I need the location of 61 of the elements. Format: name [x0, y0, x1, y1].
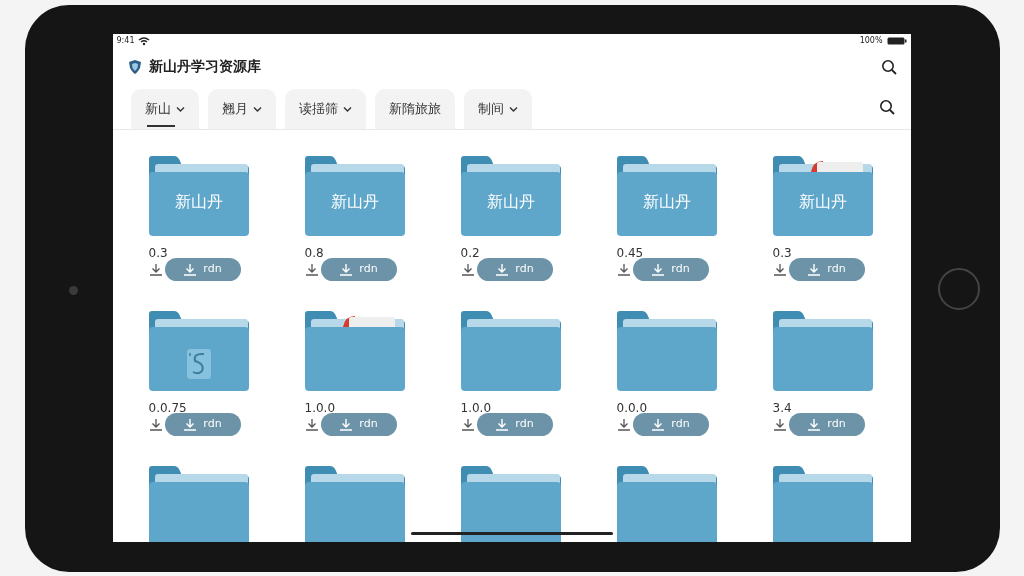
folder-icon[interactable]: [460, 465, 561, 542]
version-text: 3.4: [772, 400, 793, 415]
version-text: 0.2: [460, 245, 481, 260]
download-button[interactable]: rdn: [320, 257, 397, 281]
home-button[interactable]: [938, 268, 980, 310]
download-icon[interactable]: [772, 417, 787, 431]
category-tab[interactable]: 新山: [130, 89, 199, 129]
download-icon: [651, 417, 666, 431]
download-button[interactable]: rdn: [164, 257, 241, 281]
download-icon: [807, 262, 822, 276]
download-button[interactable]: rdn: [632, 412, 709, 436]
download-icon[interactable]: [460, 417, 475, 431]
app-title: 新山丹学习资源库: [148, 57, 261, 76]
download-icon[interactable]: [772, 262, 787, 276]
download-button[interactable]: rdn: [476, 412, 553, 436]
shield-logo-icon: [126, 58, 143, 75]
download-icon[interactable]: [616, 417, 631, 431]
download-icon: [495, 417, 510, 431]
download-icon[interactable]: [148, 417, 163, 431]
download-icon: [495, 262, 510, 276]
status-time: 9:41: [116, 34, 135, 47]
download-icon: [807, 417, 822, 431]
download-icon: [651, 262, 666, 276]
folder-label: 新山丹: [797, 191, 848, 212]
version-text: 1.0.0: [304, 400, 337, 415]
search-icon[interactable]: [880, 58, 897, 75]
download-icon[interactable]: [148, 262, 163, 276]
folder-label: 新山丹: [641, 191, 692, 212]
download-icon[interactable]: [460, 262, 475, 276]
download-icon[interactable]: [304, 262, 319, 276]
version-text: 0.0.75: [148, 400, 188, 415]
category-tab[interactable]: 新隋旅旅: [374, 89, 455, 129]
download-icon: [183, 417, 198, 431]
folder-label: 新山丹: [329, 191, 380, 212]
category-tab[interactable]: 翘月: [207, 89, 276, 129]
search-icon[interactable]: [878, 99, 895, 115]
version-text: 0.45: [616, 245, 645, 260]
folder-label: 新山丹: [485, 191, 536, 212]
version-text: 0.0.0: [616, 400, 649, 415]
download-button[interactable]: rdn: [788, 257, 865, 281]
version-text: 0.3: [772, 245, 793, 260]
battery-percent: 100%: [859, 34, 883, 47]
download-icon: [183, 262, 198, 276]
category-tab[interactable]: 读揺筛: [284, 89, 366, 129]
version-text: 0.8: [304, 245, 325, 260]
camera-dot: [69, 286, 78, 295]
wifi-icon: [138, 35, 151, 46]
version-text: 0.3: [148, 245, 169, 260]
folder-label: 新山丹: [173, 191, 224, 212]
download-icon: [339, 262, 354, 276]
download-icon[interactable]: [304, 417, 319, 431]
version-text: 1.0.0: [460, 400, 493, 415]
battery-icon: [886, 36, 907, 45]
download-button[interactable]: rdn: [164, 412, 241, 436]
category-tab[interactable]: 制间: [463, 89, 532, 129]
download-button[interactable]: rdn: [476, 257, 553, 281]
download-button[interactable]: rdn: [320, 412, 397, 436]
download-button[interactable]: rdn: [632, 257, 709, 281]
download-icon: [339, 417, 354, 431]
download-button[interactable]: rdn: [788, 412, 865, 436]
download-icon[interactable]: [616, 262, 631, 276]
